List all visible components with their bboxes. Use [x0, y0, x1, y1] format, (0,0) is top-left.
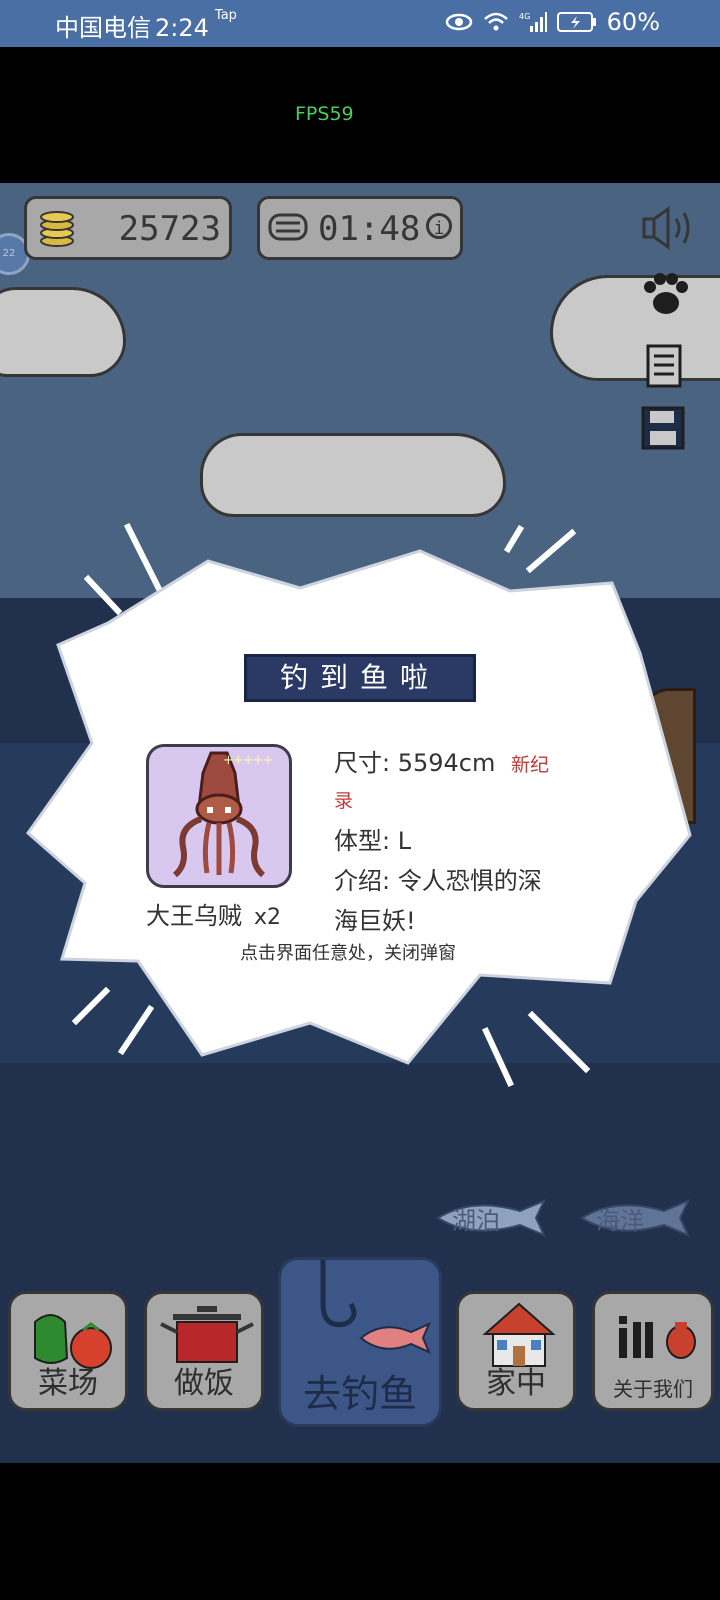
intro-text-line2: 海巨妖! [334, 907, 416, 935]
modal-title: 钓到鱼啦 [244, 654, 476, 702]
status-right: 4G 60% [445, 8, 660, 36]
location-lake-label: 湖泊 [452, 1207, 500, 1235]
nav-go-fishing-label: 去钓鱼 [302, 1372, 417, 1416]
fish-name: 大王乌贼 [146, 902, 242, 930]
new-record-label-cont: 录 [334, 790, 354, 812]
wifi-icon [483, 12, 508, 31]
svg-text:4G: 4G [519, 12, 530, 21]
nav-about-us[interactable]: 关于我们 [592, 1291, 714, 1411]
eye-icon [445, 13, 472, 31]
fish-card: +++++ [146, 744, 292, 888]
size-row: 尺寸: 5594cm 新纪 [334, 743, 549, 778]
game-scene[interactable]: 22 25723 01:48 i 钓到鱼啦 +++++ 大王乌贼 x2 尺寸: … [0, 183, 720, 1463]
location-lake-button[interactable]: 湖泊 [432, 1197, 550, 1239]
battery-icon [556, 12, 596, 32]
carrier-label: 中国电信 [55, 14, 151, 42]
signal-icon: 4G [519, 12, 547, 32]
about-icon [619, 1316, 696, 1359]
nav-go-fishing[interactable]: 去钓鱼 [278, 1257, 442, 1427]
clock: 2:24 [155, 14, 209, 42]
size-text: 尺寸: 5594cm [334, 749, 496, 777]
status-left: 中国电信 2:24 Tap [55, 8, 237, 43]
fish-name-row: 大王乌贼 x2 [146, 896, 281, 931]
close-hint: 点击界面任意处，关闭弹窗 [240, 943, 456, 964]
battery-percent: 60% [606, 8, 660, 36]
nav-home[interactable]: 家中 [456, 1291, 576, 1411]
fish-count: x2 [254, 905, 282, 930]
nav-home-label: 家中 [486, 1366, 546, 1401]
location-ocean-label: 海洋 [596, 1207, 644, 1235]
status-bar: 中国电信 2:24 Tap 4G 60% [0, 0, 720, 47]
location-ocean-button[interactable]: 海洋 [576, 1197, 694, 1239]
nav-cooking[interactable]: 做饭 [144, 1291, 264, 1411]
type-text: 体型: L [334, 827, 412, 855]
nav-vegetable-market[interactable]: 菜场 [8, 1291, 128, 1411]
intro-text-line1: 介绍: 令人恐惧的深 [334, 867, 542, 895]
nav-cooking-label: 做饭 [174, 1366, 234, 1401]
fps-counter: FPS59 [295, 103, 354, 125]
tap-indicator: Tap [214, 8, 237, 23]
new-record-label: 新纪 [511, 754, 550, 776]
fishing-hook-icon [320, 1260, 431, 1354]
rarity-stars: +++++ [223, 753, 273, 768]
nav-about-us-label: 关于我们 [613, 1377, 693, 1401]
nav-vegetable-market-label: 菜场 [38, 1366, 98, 1401]
